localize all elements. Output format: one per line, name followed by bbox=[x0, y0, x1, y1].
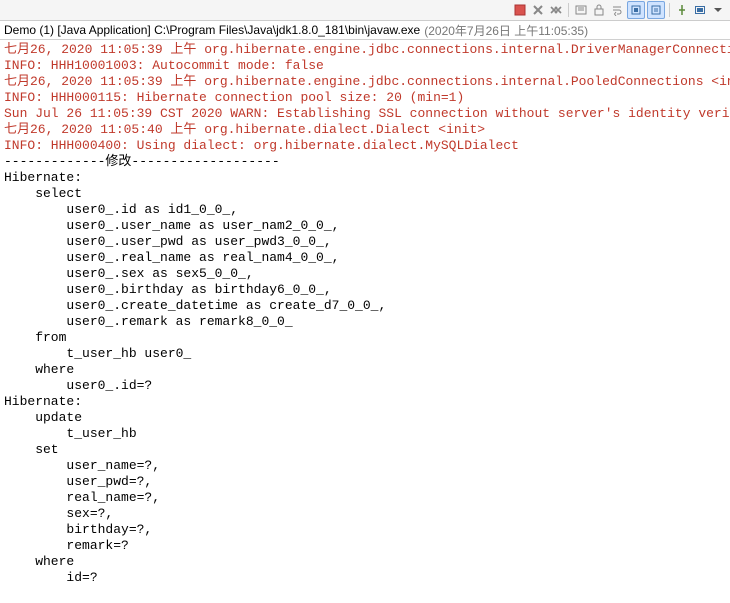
show-when-output-icon[interactable] bbox=[647, 1, 665, 19]
remove-all-icon[interactable] bbox=[548, 2, 564, 18]
remove-launch-icon[interactable] bbox=[530, 2, 546, 18]
toolbar-separator bbox=[669, 3, 670, 17]
console-line: 七月26, 2020 11:05:39 上午 org.hibernate.eng… bbox=[4, 42, 726, 58]
console-output[interactable]: 七月26, 2020 11:05:39 上午 org.hibernate.eng… bbox=[0, 40, 730, 588]
console-line: INFO: HHH000400: Using dialect: org.hibe… bbox=[4, 138, 726, 154]
console-line: user0_.sex as sex5_0_0_, bbox=[4, 266, 726, 282]
word-wrap-icon[interactable] bbox=[609, 2, 625, 18]
console-toolbar bbox=[0, 0, 730, 21]
console-line: user0_.user_pwd as user_pwd3_0_0_, bbox=[4, 234, 726, 250]
terminate-icon[interactable] bbox=[512, 2, 528, 18]
console-line: remark=? bbox=[4, 538, 726, 554]
clear-console-icon[interactable] bbox=[573, 2, 589, 18]
console-line: 七月26, 2020 11:05:39 上午 org.hibernate.eng… bbox=[4, 74, 726, 90]
console-line: Hibernate: bbox=[4, 394, 726, 410]
scroll-lock-icon[interactable] bbox=[591, 2, 607, 18]
show-standard-out-icon[interactable] bbox=[627, 1, 645, 19]
console-line: user0_.real_name as real_nam4_0_0_, bbox=[4, 250, 726, 266]
console-line: user0_.user_name as user_nam2_0_0_, bbox=[4, 218, 726, 234]
toolbar-separator bbox=[568, 3, 569, 17]
pin-console-icon[interactable] bbox=[674, 2, 690, 18]
console-line: set bbox=[4, 442, 726, 458]
process-label: Demo (1) [Java Application] C:\Program F… bbox=[4, 23, 420, 37]
console-line: where bbox=[4, 362, 726, 378]
console-line: INFO: HHH000115: Hibernate connection po… bbox=[4, 90, 726, 106]
console-line: INFO: HHH10001003: Autocommit mode: fals… bbox=[4, 58, 726, 74]
console-line: Sun Jul 26 11:05:39 CST 2020 WARN: Estab… bbox=[4, 106, 726, 122]
console-line: user_pwd=?, bbox=[4, 474, 726, 490]
console-line: user0_.id=? bbox=[4, 378, 726, 394]
console-line: t_user_hb user0_ bbox=[4, 346, 726, 362]
console-line: user0_.create_datetime as create_d7_0_0_… bbox=[4, 298, 726, 314]
console-line: user_name=?, bbox=[4, 458, 726, 474]
console-line: user0_.birthday as birthday6_0_0_, bbox=[4, 282, 726, 298]
console-line: update bbox=[4, 410, 726, 426]
console-line: user0_.id as id1_0_0_, bbox=[4, 202, 726, 218]
console-line: where bbox=[4, 554, 726, 570]
console-line: birthday=?, bbox=[4, 522, 726, 538]
display-selected-icon[interactable] bbox=[692, 2, 708, 18]
console-line: -------------修改------------------- bbox=[4, 154, 726, 170]
console-line: id=? bbox=[4, 570, 726, 586]
console-line: 七月26, 2020 11:05:40 上午 org.hibernate.dia… bbox=[4, 122, 726, 138]
view-menu-icon[interactable] bbox=[710, 2, 726, 18]
console-line: user0_.remark as remark8_0_0_ bbox=[4, 314, 726, 330]
console-line: from bbox=[4, 330, 726, 346]
console-line: sex=?, bbox=[4, 506, 726, 522]
process-timestamp: (2020年7月26日 上午11:05:35) bbox=[424, 22, 588, 39]
console-header: Demo (1) [Java Application] C:\Program F… bbox=[0, 21, 730, 40]
console-line: Hibernate: bbox=[4, 170, 726, 186]
console-line: real_name=?, bbox=[4, 490, 726, 506]
console-line: t_user_hb bbox=[4, 426, 726, 442]
console-line: select bbox=[4, 186, 726, 202]
